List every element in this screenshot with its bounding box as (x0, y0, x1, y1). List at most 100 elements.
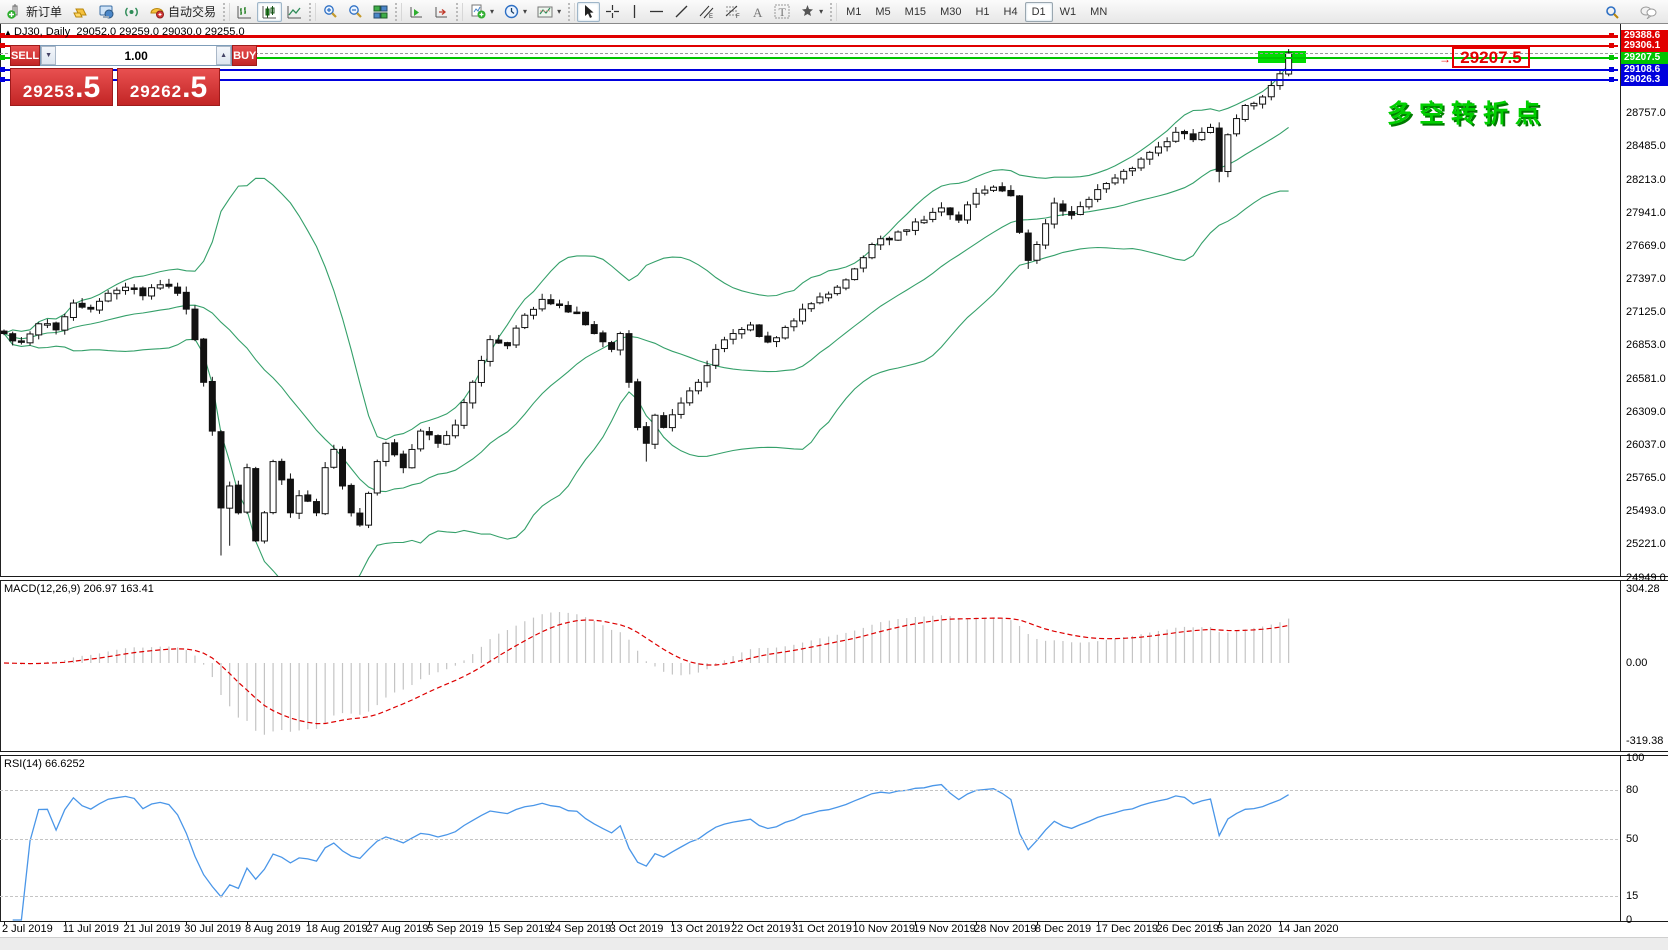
tile-windows-button[interactable] (368, 2, 393, 22)
rsi-label: RSI(14) 66.6252 (4, 758, 85, 770)
new-order-button[interactable]: 新订单 (2, 2, 67, 22)
equidistant-channel-button[interactable]: E (694, 2, 720, 22)
templates-button[interactable]: ▾ (532, 2, 566, 22)
deposit-button[interactable] (67, 2, 93, 22)
chat-button[interactable] (1635, 2, 1662, 22)
zoom-in-button[interactable] (318, 2, 343, 22)
date-axis-tick (4, 921, 5, 925)
date-axis-border (0, 921, 1668, 922)
market-watch-button[interactable] (93, 2, 119, 22)
date-axis-tick (976, 921, 977, 925)
timeframe-button-H4[interactable]: H4 (997, 2, 1025, 22)
buy-price-button[interactable]: 29262 .5 (117, 68, 220, 106)
timeframe-button-H1[interactable]: H1 (968, 2, 996, 22)
price-axis-tick: 26581.0 (1626, 373, 1666, 385)
candlesticks (1, 49, 1292, 555)
date-axis-label: 14 Jan 2020 (1278, 923, 1339, 935)
signals-button[interactable] (119, 2, 144, 22)
dropdown-caret-icon[interactable]: ▾ (819, 7, 823, 16)
date-axis-tick (1158, 921, 1159, 925)
line-end-marker (0, 67, 5, 72)
date-axis-tick (429, 921, 430, 925)
date-axis-tick (733, 921, 734, 925)
rsi-axis-tick: 100 (1626, 752, 1644, 764)
timeframe-button-D1[interactable]: D1 (1025, 2, 1053, 22)
price-axis-tick: 25765.0 (1626, 472, 1666, 484)
svg-text:T: T (779, 5, 787, 19)
price-chart[interactable] (0, 24, 1620, 576)
price-level-line[interactable] (0, 79, 1618, 81)
crosshair-button[interactable] (600, 2, 625, 22)
date-axis-label: 17 Dec 2019 (1096, 923, 1158, 935)
toolbar-separator (568, 3, 575, 21)
price-annotation-box[interactable]: 29207.5 (1452, 47, 1530, 68)
indicators-icon (470, 4, 486, 19)
rsi-axis-tick: 15 (1626, 890, 1638, 902)
indicators-button[interactable]: ▾ (465, 2, 499, 22)
date-axis-tick (612, 921, 613, 925)
timeframe-button-M15[interactable]: M15 (898, 2, 933, 22)
new-order-button-label: 新订单 (26, 3, 62, 20)
periods-icon (504, 4, 519, 19)
dropdown-caret-icon[interactable]: ▾ (523, 7, 527, 16)
chart-shift-button[interactable] (429, 2, 454, 22)
macd-indicator-chart[interactable] (0, 581, 1620, 751)
date-axis-tick (247, 921, 248, 925)
text-label-button[interactable]: T (769, 2, 795, 22)
date-axis-tick (308, 921, 309, 925)
arrows-button[interactable]: ▾ (795, 2, 828, 22)
price-axis-line (1620, 24, 1621, 921)
date-axis-tick (794, 921, 795, 925)
timeframe-button-W1[interactable]: W1 (1053, 2, 1084, 22)
trendline-icon (674, 4, 689, 19)
price-level-line[interactable] (0, 69, 1618, 71)
turning-point-annotation[interactable]: 多空转折点 (1387, 94, 1547, 130)
svg-text:E: E (709, 14, 713, 19)
volume-increase-button[interactable]: ▲ (216, 46, 231, 65)
buy-button[interactable]: BUY (232, 45, 257, 66)
text-button[interactable]: A (746, 2, 769, 22)
bar-chart-button[interactable] (232, 2, 257, 22)
macd-axis-tick: 304.28 (1626, 583, 1660, 595)
line-chart-button[interactable] (282, 2, 307, 22)
fibonacci-button[interactable]: F (720, 2, 746, 22)
date-axis-label: 5 Jan 2020 (1217, 923, 1271, 935)
dropdown-caret-icon[interactable]: ▾ (490, 7, 494, 16)
sell-price-button[interactable]: 29253 .5 (10, 68, 113, 106)
auto-scroll-icon (409, 5, 424, 19)
toolbar-separator (309, 3, 316, 21)
price-level-axis-label: 29306.1 (1621, 40, 1668, 52)
zoom-out-button[interactable] (343, 2, 368, 22)
timeframe-button-MN[interactable]: MN (1083, 2, 1114, 22)
timeframe-button-M30[interactable]: M30 (933, 2, 968, 22)
macd-label: MACD(12,26,9) 206.97 163.41 (4, 583, 154, 595)
date-axis-tick (1280, 921, 1281, 925)
date-axis-label: 2 Jul 2019 (2, 923, 53, 935)
price-axis-tick: 27941.0 (1626, 207, 1666, 219)
candlestick-chart-button[interactable] (257, 2, 282, 22)
sell-button[interactable]: SELL (10, 45, 40, 66)
date-axis-tick (1098, 921, 1099, 925)
auto-scroll-button[interactable] (404, 2, 429, 22)
trendline-button[interactable] (669, 2, 694, 22)
date-axis-label: 19 Nov 2019 (913, 923, 975, 935)
sell-price-frac: .5 (75, 73, 100, 103)
new-order-icon (7, 4, 23, 19)
auto-trading-button[interactable]: 自动交易 (144, 2, 221, 22)
horizontal-line-button[interactable] (644, 2, 669, 22)
chart-shift-icon (434, 5, 449, 19)
line-end-marker (1609, 33, 1614, 38)
bar-chart-icon (237, 5, 252, 19)
buy-price-frac: .5 (182, 73, 207, 103)
chat-icon (1640, 5, 1657, 19)
dropdown-caret-icon[interactable]: ▾ (557, 7, 561, 16)
date-axis-label: 30 Jul 2019 (184, 923, 241, 935)
search-button[interactable] (1600, 2, 1625, 22)
vertical-line-button[interactable] (625, 2, 644, 22)
volume-decrease-button[interactable]: ▼ (41, 46, 56, 65)
periods-button[interactable]: ▾ (499, 2, 532, 22)
volume-input[interactable] (56, 46, 216, 65)
timeframe-button-M1[interactable]: M1 (839, 2, 868, 22)
cursor-button[interactable] (577, 2, 600, 22)
timeframe-button-M5[interactable]: M5 (868, 2, 897, 22)
